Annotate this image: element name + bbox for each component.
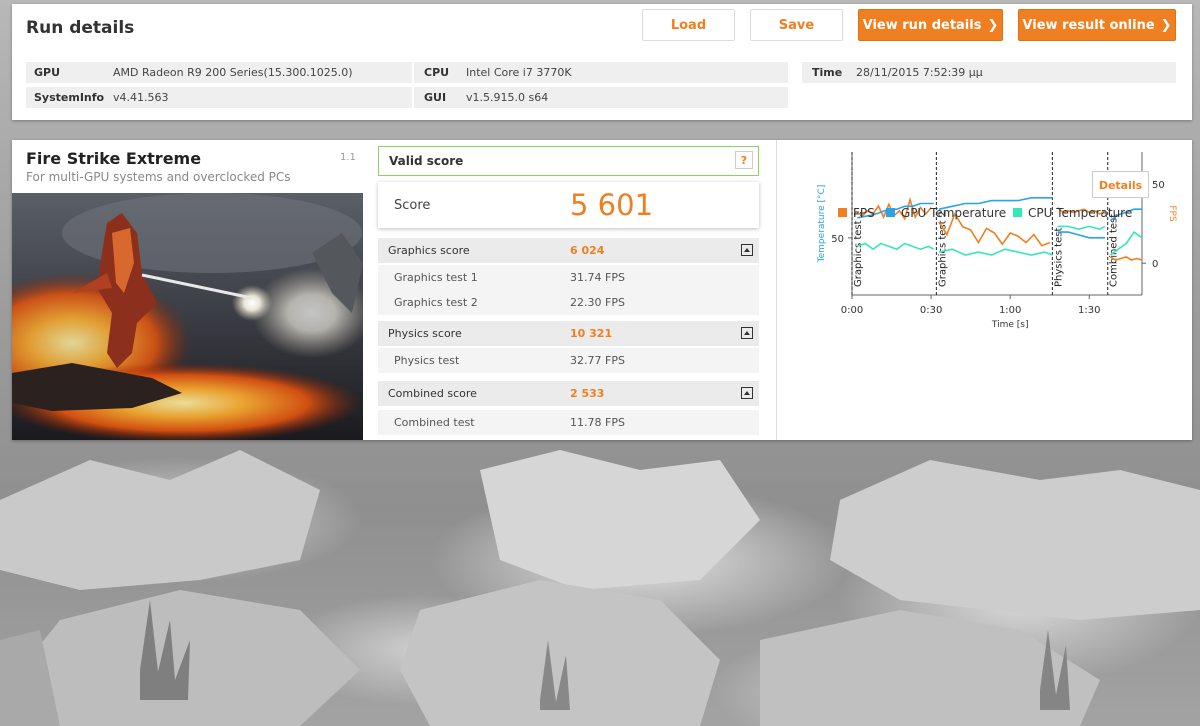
gui-label: GUI — [424, 91, 447, 104]
graphics-test-2-label: Graphics test 2 — [394, 296, 478, 309]
valid-score-box: Valid score ? — [378, 146, 759, 176]
chevron-right-icon: ❯ — [987, 18, 999, 33]
y-axis-right-label: FPS — [1167, 205, 1177, 222]
legend-label: CPU Temperature — [1028, 206, 1133, 220]
time-label: Time — [812, 66, 843, 79]
x-tick-label: 1:00 — [999, 305, 1021, 316]
view-run-details-button[interactable]: View run details ❯ — [858, 9, 1003, 41]
run-details-panel: Run details Load Save View run details ❯ … — [12, 4, 1192, 120]
legend-swatch — [838, 208, 847, 217]
physics-test-row: Physics test 32.77 FPS — [378, 348, 759, 373]
y-right-tick-label: 50 — [1152, 180, 1165, 191]
series-line-cpu-temperature — [938, 248, 1053, 256]
cpu-label: CPU — [424, 66, 450, 79]
result-panel: Fire Strike Extreme For multi-GPU system… — [12, 140, 1192, 440]
run-details-title: Run details — [26, 18, 135, 38]
combined-score-header[interactable]: Combined score 2 533 — [378, 381, 759, 406]
test-version: 1.1 — [340, 152, 356, 163]
x-tick-label: 1:30 — [1078, 305, 1100, 316]
graphics-test-2-row: Graphics test 2 22.30 FPS — [378, 290, 759, 315]
save-button-label: Save — [778, 18, 815, 33]
legend-item-cpu-temperature: CPU Temperature — [1013, 206, 1132, 220]
gui-row: GUI v1.5.915.0 s64 — [414, 87, 788, 108]
y-axis-left-label: Temperature [°C] — [817, 185, 827, 264]
background-landscape — [0, 450, 1200, 726]
gpu-value: AMD Radeon R9 200 Series(15.300.1025.0) — [113, 66, 353, 79]
score-value: 5 601 — [570, 188, 654, 222]
collapse-icon[interactable] — [741, 387, 753, 399]
legend-item-fps: FPS — [838, 206, 875, 220]
graphics-score-value: 6 024 — [570, 244, 605, 257]
score-label: Score — [394, 198, 431, 213]
benchmark-artwork — [12, 193, 363, 440]
chevron-right-icon: ❯ — [1160, 18, 1172, 33]
y-right-tick-label: 0 — [1152, 259, 1158, 270]
combined-score-value: 2 533 — [570, 387, 605, 400]
x-axis-label: Time [s] — [991, 320, 1029, 330]
view-run-details-label: View run details — [862, 18, 982, 33]
view-result-online-label: View result online — [1022, 18, 1155, 33]
physics-test-label: Physics test — [394, 354, 460, 367]
physics-test-value: 32.77 FPS — [570, 354, 625, 367]
cpu-row: CPU Intel Core i7 3770K — [414, 62, 788, 83]
collapse-icon[interactable] — [741, 244, 753, 256]
legend-item-gpu-temperature: GPU Temperature — [886, 206, 1006, 220]
gpu-label: GPU — [34, 66, 61, 79]
graphics-test-1-row: Graphics test 1 31.74 FPS — [378, 265, 759, 290]
legend-label: GPU Temperature — [901, 206, 1007, 220]
score-box: Score 5 601 — [378, 182, 759, 228]
graphics-score-header[interactable]: Graphics score 6 024 — [378, 238, 759, 263]
details-button[interactable]: Details — [1092, 171, 1149, 198]
systeminfo-value: v4.41.563 — [113, 91, 169, 104]
load-button[interactable]: Load — [642, 9, 735, 41]
test-subtitle: For multi-GPU systems and overclocked PC… — [26, 170, 291, 184]
systeminfo-label: SystemInfo — [34, 91, 105, 104]
save-button[interactable]: Save — [750, 9, 843, 41]
help-button[interactable]: ? — [735, 151, 753, 169]
cpu-value: Intel Core i7 3770K — [466, 66, 572, 79]
graphics-test-1-label: Graphics test 1 — [394, 271, 478, 284]
physics-score-value: 10 321 — [570, 327, 613, 340]
load-button-label: Load — [670, 18, 707, 33]
collapse-icon[interactable] — [741, 327, 753, 339]
combined-test-label: Combined test — [394, 416, 475, 429]
x-tick-label: 0:30 — [920, 305, 942, 316]
gui-value: v1.5.915.0 s64 — [466, 91, 549, 104]
legend-swatch — [1013, 208, 1022, 217]
test-name: Fire Strike Extreme — [26, 149, 202, 168]
combined-test-value: 11.78 FPS — [570, 416, 625, 429]
physics-score-label: Physics score — [388, 327, 462, 340]
graphics-test-1-value: 31.74 FPS — [570, 271, 625, 284]
y-left-tick-label: 50 — [831, 234, 844, 245]
series-line-cpu-temperature — [857, 242, 935, 251]
gpu-row: GPU AMD Radeon R9 200 Series(15.300.1025… — [26, 62, 412, 83]
section-label: Graphics test 1 — [853, 211, 864, 287]
panel-divider — [776, 140, 777, 440]
legend-label: FPS — [853, 206, 875, 220]
section-label: Combined test — [1109, 214, 1120, 287]
graphics-score-label: Graphics score — [388, 244, 470, 257]
physics-score-header[interactable]: Physics score 10 321 — [378, 321, 759, 346]
graphics-test-2-value: 22.30 FPS — [570, 296, 625, 309]
section-label: Physics test — [1053, 228, 1064, 287]
valid-score-label: Valid score — [389, 154, 464, 168]
combined-score-label: Combined score — [388, 387, 477, 400]
time-row: Time 28/11/2015 7:52:39 μμ — [802, 62, 1176, 83]
time-value: 28/11/2015 7:52:39 μμ — [856, 66, 983, 79]
systeminfo-row: SystemInfo v4.41.563 — [26, 87, 412, 108]
series-line-cpu-temperature — [1057, 225, 1106, 231]
combined-test-row: Combined test 11.78 FPS — [378, 410, 759, 435]
legend-swatch — [886, 208, 895, 217]
x-tick-label: 0:00 — [841, 305, 863, 316]
view-result-online-button[interactable]: View result online ❯ — [1018, 9, 1176, 41]
series-line-gpu-temperature — [1057, 231, 1106, 239]
